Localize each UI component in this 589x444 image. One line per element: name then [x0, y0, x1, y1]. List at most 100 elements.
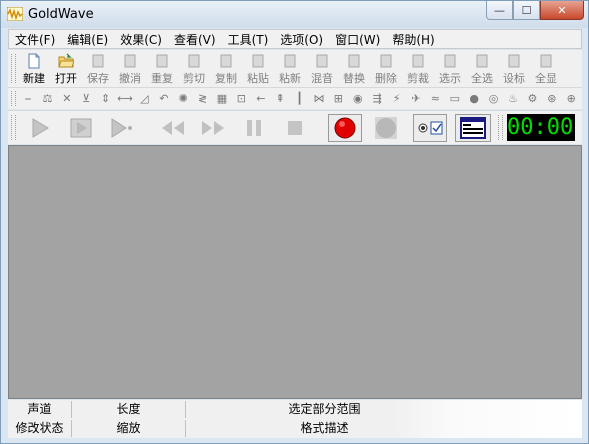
play-button[interactable] [24, 114, 54, 142]
toolbar-button-paste[interactable]: 粘贴 [243, 52, 273, 85]
menu-options[interactable]: 选项(O) [274, 31, 329, 48]
transport-toolbar: 00:00: [8, 110, 582, 144]
effect-tool-icon[interactable]: ⊻ [78, 91, 94, 107]
toolbar-button-select-view[interactable]: 选示 [435, 52, 465, 85]
effect-tool-icon[interactable]: ♨ [505, 91, 521, 107]
device-controls-toggle[interactable] [413, 114, 447, 142]
menu-window[interactable]: 窗口(W) [329, 31, 386, 48]
menu-tools[interactable]: 工具(T) [222, 31, 275, 48]
toolbar-button-paste-new[interactable]: 粘新 [275, 52, 305, 85]
toolbar-button-copy[interactable]: 复制 [211, 52, 241, 85]
toolbar-button-replace[interactable]: 替换 [339, 52, 369, 85]
menu-help[interactable]: 帮助(H) [386, 31, 440, 48]
toolbar-button-label: 撤消 [119, 72, 141, 85]
pause-button[interactable] [239, 114, 269, 142]
select-all-icon [474, 53, 490, 69]
pause-icon [247, 120, 261, 136]
goldwave-app-icon [7, 7, 23, 21]
effect-tool-icon[interactable]: ⟷ [117, 91, 133, 107]
control-window-button[interactable] [455, 114, 491, 142]
document-workspace[interactable] [8, 145, 582, 399]
toolbar-button-label: 删除 [375, 72, 397, 85]
effect-tool-icon[interactable]: ⇶ [369, 91, 385, 107]
effect-tool-icon[interactable]: ⊞ [330, 91, 346, 107]
effect-tool-icon[interactable]: ⊛ [544, 91, 560, 107]
effect-tool-icon[interactable]: ≷ [195, 91, 211, 107]
time-display: 00:00: [507, 114, 575, 141]
effect-tool-icon[interactable]: ⚡ [389, 91, 405, 107]
mix-icon [314, 53, 330, 69]
effect-tool-icon[interactable]: ⋈ [311, 91, 327, 107]
close-button[interactable]: ✕ [540, 1, 584, 20]
effect-tool-icon[interactable]: ✈ [408, 91, 424, 107]
fast-forward-button[interactable] [198, 114, 228, 142]
menu-edit[interactable]: 编辑(E) [61, 31, 114, 48]
record-button[interactable] [328, 114, 362, 142]
stop-icon [288, 121, 302, 135]
effect-tool-icon[interactable]: ▦ [214, 91, 230, 107]
toolbar-button-label: 复制 [215, 72, 237, 85]
toolbar-button-label: 全显 [535, 72, 557, 85]
toolbar-button-select-all[interactable]: 全选 [467, 52, 497, 85]
play-view-button[interactable] [107, 114, 137, 142]
toolbar-button-undo[interactable]: 撤消 [115, 52, 145, 85]
minimize-button[interactable]: — [486, 1, 513, 20]
menu-effects[interactable]: 效果(C) [114, 31, 168, 48]
toolbar-button-set-marker[interactable]: 设标 [499, 52, 529, 85]
effect-tool-icon[interactable]: ⊕ [563, 91, 579, 107]
menu-view[interactable]: 查看(V) [168, 31, 222, 48]
effect-tool-icon[interactable]: ↶ [156, 91, 172, 107]
toolbar-button-redo[interactable]: 重复 [147, 52, 177, 85]
effect-tool-icon[interactable]: ▭ [447, 91, 463, 107]
toolbar-button-new-file[interactable]: 新建 [19, 52, 49, 85]
effect-tool-icon[interactable]: ⚖ [39, 91, 55, 107]
status-channels: 声道 [8, 401, 72, 418]
open-folder-icon [58, 53, 75, 69]
toolbar-button-label: 选示 [439, 72, 461, 85]
toolbar-grip[interactable] [11, 115, 16, 140]
set-marker-icon [506, 53, 522, 69]
new-file-icon [26, 53, 42, 69]
effect-tool-icon[interactable]: ┃ [292, 91, 308, 107]
rewind-button[interactable] [158, 114, 188, 142]
status-length: 长度 [72, 401, 186, 418]
toolbar-button-save[interactable]: 保存 [83, 52, 113, 85]
toolbar-button-cut[interactable]: 剪切 [179, 52, 209, 85]
title-bar[interactable]: GoldWave — ☐ ✕ [1, 1, 588, 28]
effect-tool-icon[interactable]: ⚙ [524, 91, 540, 107]
cut-icon [186, 53, 202, 69]
toolbar-button-trim[interactable]: 剪裁 [403, 52, 433, 85]
effect-tool-icon[interactable]: ✕ [59, 91, 75, 107]
toolbar-grip[interactable] [11, 91, 16, 106]
effect-tool-icon[interactable]: ← [253, 91, 269, 107]
toolbar-button-open-folder[interactable]: 打开 [51, 52, 81, 85]
toolbar-button-label: 粘贴 [247, 72, 269, 85]
effect-tool-icon[interactable]: ◎ [486, 91, 502, 107]
toolbar-button-mix[interactable]: 混音 [307, 52, 337, 85]
effect-tool-icon[interactable]: ⎯ [20, 91, 36, 107]
checkbox-toggle-icon [418, 121, 443, 135]
effect-tool-icon[interactable]: ✺ [175, 91, 191, 107]
toolbar-button-label: 重复 [151, 72, 173, 85]
toolbar-grip[interactable] [11, 54, 16, 83]
effect-tool-icon[interactable]: ⇞ [272, 91, 288, 107]
toolbar-grip[interactable] [498, 115, 503, 140]
toolbar-button-zoom-all[interactable]: 全显 [531, 52, 561, 85]
stop-button[interactable] [280, 114, 310, 142]
effect-tool-icon[interactable]: ● [466, 91, 482, 107]
effect-tool-icon[interactable]: ⊡ [233, 91, 249, 107]
effect-tool-icon[interactable]: ◿ [136, 91, 152, 107]
record-selection-button[interactable] [371, 114, 401, 142]
status-zoom: 缩放 [72, 420, 186, 437]
toolbar-button-delete[interactable]: 删除 [371, 52, 401, 85]
maximize-button[interactable]: ☐ [513, 1, 540, 20]
paste-new-icon [282, 53, 298, 69]
effect-tool-icon[interactable]: ◉ [350, 91, 366, 107]
play-icon [32, 118, 49, 138]
effect-tool-icon[interactable]: ⇕ [98, 91, 114, 107]
menu-file[interactable]: 文件(F) [9, 31, 61, 48]
effect-tool-icon[interactable]: ≈ [427, 91, 443, 107]
record-icon [334, 117, 356, 139]
play-selection-button[interactable] [66, 114, 96, 142]
window-title: GoldWave [28, 7, 94, 22]
